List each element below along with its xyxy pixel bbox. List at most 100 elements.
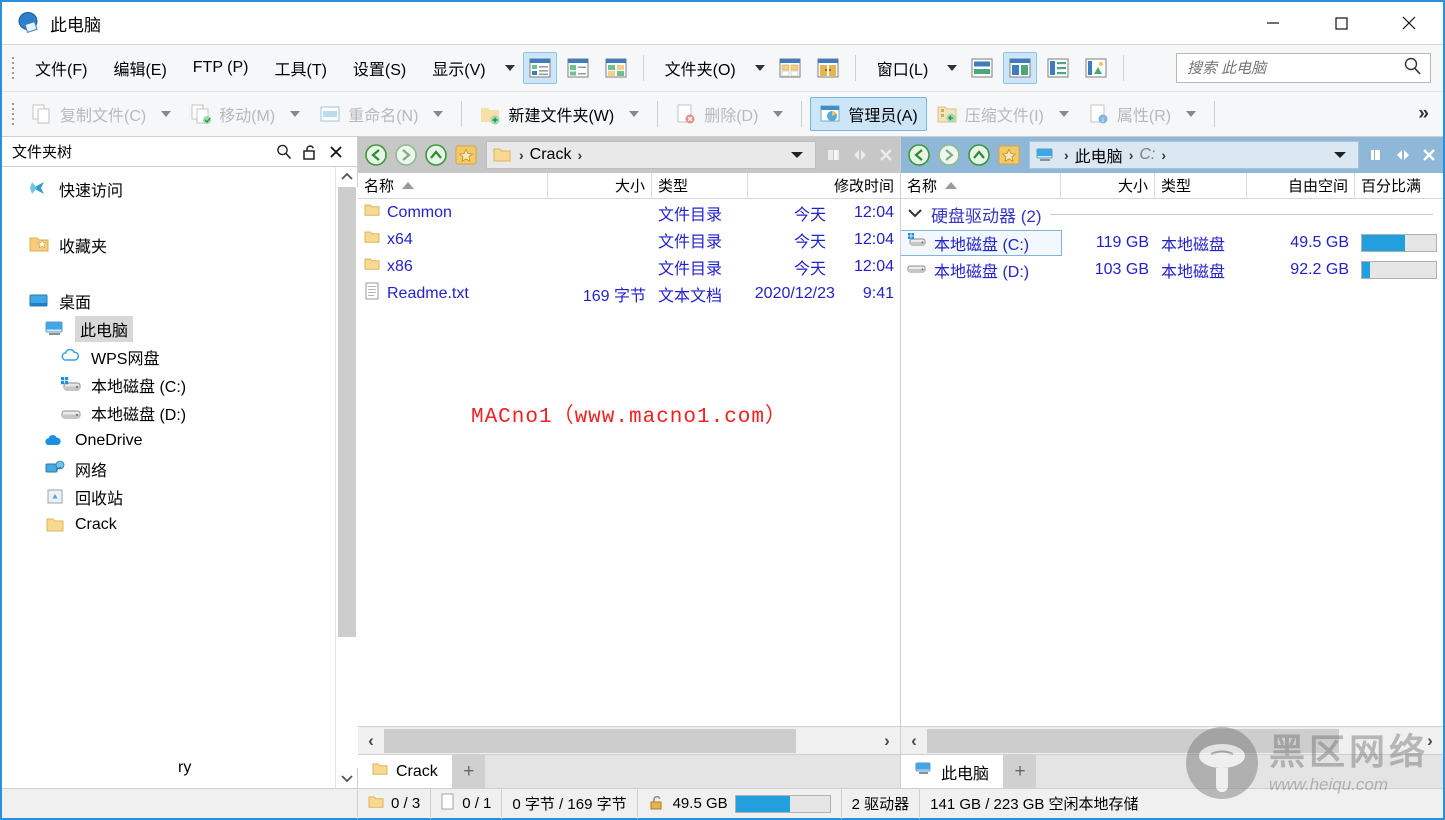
tree-item-favorites[interactable]: 收藏夹 <box>2 231 335 259</box>
search-box[interactable] <box>1176 53 1431 83</box>
commandbar-overflow-button[interactable]: » <box>1418 103 1429 125</box>
tree-scroll-track[interactable] <box>336 187 358 768</box>
left-hscroll-track[interactable] <box>384 728 874 754</box>
table-row[interactable]: 本地磁盘 (D:) 103 GB 本地磁盘 92.2 GB <box>901 256 1443 283</box>
close-icon[interactable] <box>323 140 349 164</box>
menu-window-chevron-down-icon[interactable] <box>947 65 957 71</box>
new-tab-button[interactable]: + <box>453 755 485 788</box>
chevron-down-icon[interactable] <box>783 147 811 164</box>
archive-chevron-down-icon[interactable] <box>1059 111 1069 117</box>
scroll-down-icon[interactable] <box>336 768 358 788</box>
breadcrumb-separator[interactable]: › <box>575 147 584 163</box>
scroll-right-icon[interactable]: › <box>1417 728 1443 754</box>
folder-lock-icon[interactable] <box>811 52 845 84</box>
properties-button[interactable]: i 属性(R) <box>1079 97 1180 131</box>
minimize-button[interactable] <box>1239 2 1307 45</box>
scroll-left-icon[interactable]: ‹ <box>901 728 927 754</box>
tree-item-network[interactable]: 网络 <box>2 455 335 483</box>
column-free-space[interactable]: 自由空间 <box>1247 173 1355 199</box>
breadcrumb-part-crack[interactable]: Crack <box>526 145 576 165</box>
chevron-down-icon[interactable] <box>907 204 923 224</box>
right-hscroll-track[interactable] <box>927 728 1417 754</box>
table-row[interactable]: Readme.txt 169 字节 文本文档 2020/12/239:41 <box>358 280 900 307</box>
archive-button[interactable]: 压缩文件(I) <box>927 97 1053 131</box>
drive-name-cell[interactable]: 本地磁盘 (D:) <box>901 258 1061 282</box>
copy-files-button[interactable]: 复制文件(C) <box>22 97 155 131</box>
swap-pane-icon[interactable] <box>1391 142 1415 168</box>
admin-button[interactable]: 管理员(A) <box>810 97 926 131</box>
swap-pane-icon[interactable] <box>848 142 872 168</box>
new-tab-button[interactable]: + <box>1004 755 1036 788</box>
column-percent-full[interactable]: 百分比满 <box>1355 173 1443 199</box>
layout-vertical-icon[interactable] <box>1003 52 1037 84</box>
tree-vertical-scrollbar[interactable] <box>335 167 357 788</box>
column-type[interactable]: 类型 <box>652 173 748 199</box>
layout-horizontal-icon[interactable] <box>965 52 999 84</box>
new-folder-button[interactable]: 新建文件夹(W) <box>470 97 623 131</box>
favorites-icon[interactable] <box>995 141 1023 169</box>
tree-item-wps-cloud[interactable]: WPS网盘 <box>2 343 335 371</box>
group-header-hard-drives[interactable]: 硬盘驱动器 (2) <box>901 199 1443 229</box>
split-pane-icon[interactable] <box>822 142 846 168</box>
search-icon[interactable] <box>1402 56 1424 80</box>
tree-item-recycle-bin[interactable]: 回收站 <box>2 483 335 511</box>
maximize-button[interactable] <box>1307 2 1375 45</box>
forward-icon[interactable] <box>935 141 963 169</box>
close-pane-icon[interactable] <box>1417 142 1441 168</box>
column-name[interactable]: 名称 <box>901 173 1061 199</box>
unlock-icon[interactable] <box>297 140 323 164</box>
column-size[interactable]: 大小 <box>548 173 652 199</box>
menu-settings[interactable]: 设置(S) <box>340 52 419 84</box>
tree-item-crack[interactable]: Crack <box>2 511 335 539</box>
layout-tree-icon[interactable] <box>1041 52 1075 84</box>
menu-view[interactable]: 显示(V) <box>419 52 498 84</box>
right-file-list[interactable]: 硬盘驱动器 (2) 本地磁盘 (C:) 119 GB 本地磁盘 49.5 GB <box>901 199 1443 726</box>
tree-item-onedrive[interactable]: OneDrive <box>2 427 335 455</box>
properties-chevron-down-icon[interactable] <box>1186 111 1196 117</box>
tab-crack[interactable]: Crack <box>358 755 453 788</box>
move-chevron-down-icon[interactable] <box>290 111 300 117</box>
left-hscroll-thumb[interactable] <box>384 729 796 753</box>
menu-ftp[interactable]: FTP (P) <box>180 55 262 81</box>
back-icon[interactable] <box>905 141 933 169</box>
column-size[interactable]: 大小 <box>1061 173 1155 199</box>
view-details-icon[interactable] <box>523 52 557 84</box>
close-pane-icon[interactable] <box>874 142 898 168</box>
view-list-icon[interactable] <box>561 52 595 84</box>
rename-button[interactable]: 重命名(N) <box>310 97 427 131</box>
toolbar-grip[interactable] <box>8 53 18 83</box>
tree-item-local-disk-c[interactable]: 本地磁盘 (C:) <box>2 371 335 399</box>
tree-item-this-pc[interactable]: 此电脑 <box>2 315 335 343</box>
drive-name-cell[interactable]: 本地磁盘 (C:) <box>901 231 1061 255</box>
tree-item-desktop[interactable]: 桌面 <box>2 287 335 315</box>
delete-chevron-down-icon[interactable] <box>773 111 783 117</box>
commandbar-grip[interactable] <box>8 99 18 129</box>
left-file-list[interactable]: Common 文件目录 今天12:04 x64 文件目录 今天12:04 <box>358 199 900 726</box>
table-row[interactable]: Common 文件目录 今天12:04 <box>358 199 900 226</box>
menu-view-chevron-down-icon[interactable] <box>505 65 515 71</box>
menu-tools[interactable]: 工具(T) <box>261 52 339 84</box>
right-horizontal-scrollbar[interactable]: ‹ › <box>901 726 1443 754</box>
chevron-down-icon[interactable] <box>1326 147 1354 164</box>
scroll-right-icon[interactable]: › <box>874 728 900 754</box>
scroll-left-icon[interactable]: ‹ <box>358 728 384 754</box>
column-modified[interactable]: 修改时间 <box>748 173 900 199</box>
folder-compare-icon[interactable] <box>773 52 807 84</box>
column-type[interactable]: 类型 <box>1155 173 1247 199</box>
favorites-icon[interactable] <box>452 141 480 169</box>
up-icon[interactable] <box>965 141 993 169</box>
tree-item-quick-access[interactable]: 快速访问 <box>2 175 335 203</box>
search-icon[interactable] <box>271 140 297 164</box>
move-button[interactable]: 移动(M) <box>181 97 284 131</box>
breadcrumb-part-this-pc[interactable]: 此电脑 <box>1071 142 1127 168</box>
copy-files-chevron-down-icon[interactable] <box>161 111 171 117</box>
table-row[interactable]: x86 文件目录 今天12:04 <box>358 253 900 280</box>
menu-window[interactable]: 窗口(L) <box>864 52 942 84</box>
view-tiles-icon[interactable] <box>599 52 633 84</box>
search-input[interactable] <box>1187 60 1402 77</box>
back-icon[interactable] <box>362 141 390 169</box>
breadcrumb-part-c-drive[interactable]: C: <box>1135 145 1159 165</box>
column-name[interactable]: 名称 <box>358 173 548 199</box>
up-icon[interactable] <box>422 141 450 169</box>
tab-this-pc[interactable]: 此电脑 <box>901 755 1004 788</box>
